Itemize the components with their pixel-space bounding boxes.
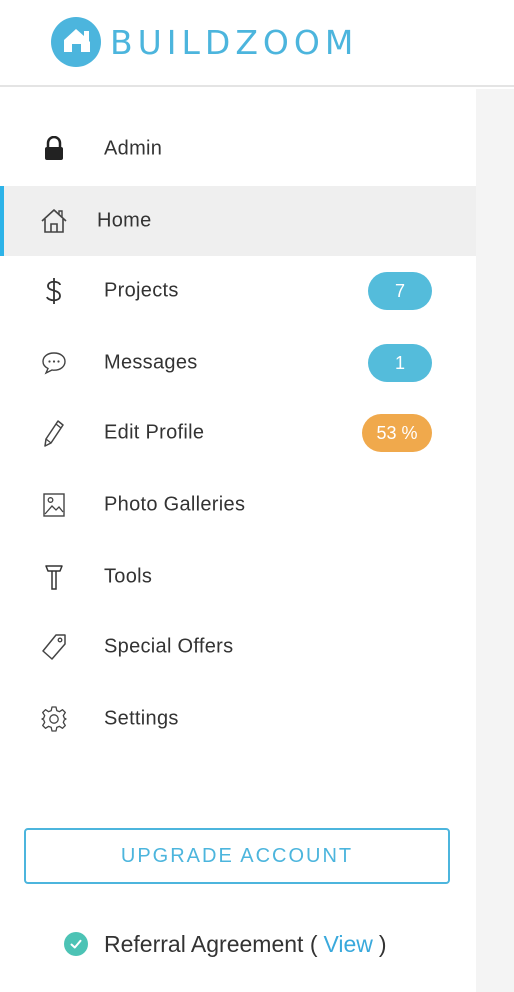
hammer-icon bbox=[40, 563, 68, 591]
messages-count-badge: 1 bbox=[368, 344, 432, 382]
buildzoom-logo[interactable]: BUILDZOOM bbox=[50, 16, 358, 68]
sidebar-item-label: Admin bbox=[104, 137, 163, 160]
house-logo-icon bbox=[51, 17, 101, 67]
sidebar-item-edit-profile[interactable]: Edit Profile 53 % bbox=[0, 398, 476, 468]
sidebar-item-tools[interactable]: Tools bbox=[0, 542, 476, 612]
sidebar-item-messages[interactable]: Messages 1 bbox=[0, 328, 476, 398]
referral-agreement-label: Referral Agreement ( bbox=[104, 930, 318, 957]
gear-icon bbox=[40, 705, 68, 733]
upgrade-account-button[interactable]: UPGRADE ACCOUNT bbox=[24, 828, 450, 884]
sidebar-item-settings[interactable]: Settings bbox=[0, 684, 476, 754]
sidebar-item-label: Photo Galleries bbox=[104, 493, 246, 516]
sidebar-item-admin[interactable]: Admin bbox=[0, 114, 476, 184]
lock-icon bbox=[40, 135, 68, 163]
sidebar: Admin Home Projects 7 Messages 1 Edit Pr… bbox=[0, 89, 476, 992]
sidebar-item-special-offers[interactable]: Special Offers bbox=[0, 612, 476, 682]
profile-completion-badge: 53 % bbox=[362, 414, 432, 452]
chat-bubble-icon bbox=[40, 349, 68, 377]
referral-view-link[interactable]: View bbox=[323, 931, 372, 958]
sidebar-item-label: Special Offers bbox=[104, 635, 234, 658]
image-icon bbox=[40, 491, 68, 519]
sidebar-item-projects[interactable]: Projects 7 bbox=[0, 256, 476, 326]
sidebar-item-label: Tools bbox=[104, 565, 153, 588]
sidebar-item-photo-galleries[interactable]: Photo Galleries bbox=[0, 470, 476, 540]
sidebar-item-home[interactable]: Home bbox=[0, 186, 476, 256]
sidebar-item-label: Home bbox=[97, 209, 152, 232]
pencil-icon bbox=[40, 419, 68, 447]
sidebar-item-label: Messages bbox=[104, 351, 198, 374]
sidebar-item-label: Projects bbox=[104, 279, 179, 302]
main-content-area bbox=[476, 89, 514, 992]
brand-name: BUILDZOOM bbox=[110, 22, 359, 62]
referral-close-paren: ) bbox=[378, 930, 387, 957]
referral-agreement: Referral Agreement ( View ) bbox=[64, 926, 387, 962]
tag-icon bbox=[40, 633, 68, 661]
sidebar-item-label: Edit Profile bbox=[104, 421, 205, 444]
dollar-icon bbox=[40, 277, 68, 305]
check-icon bbox=[64, 932, 88, 956]
sidebar-item-label: Settings bbox=[104, 707, 179, 730]
app-header: BUILDZOOM bbox=[0, 0, 514, 87]
projects-count-badge: 7 bbox=[368, 272, 432, 310]
home-icon bbox=[40, 207, 68, 235]
